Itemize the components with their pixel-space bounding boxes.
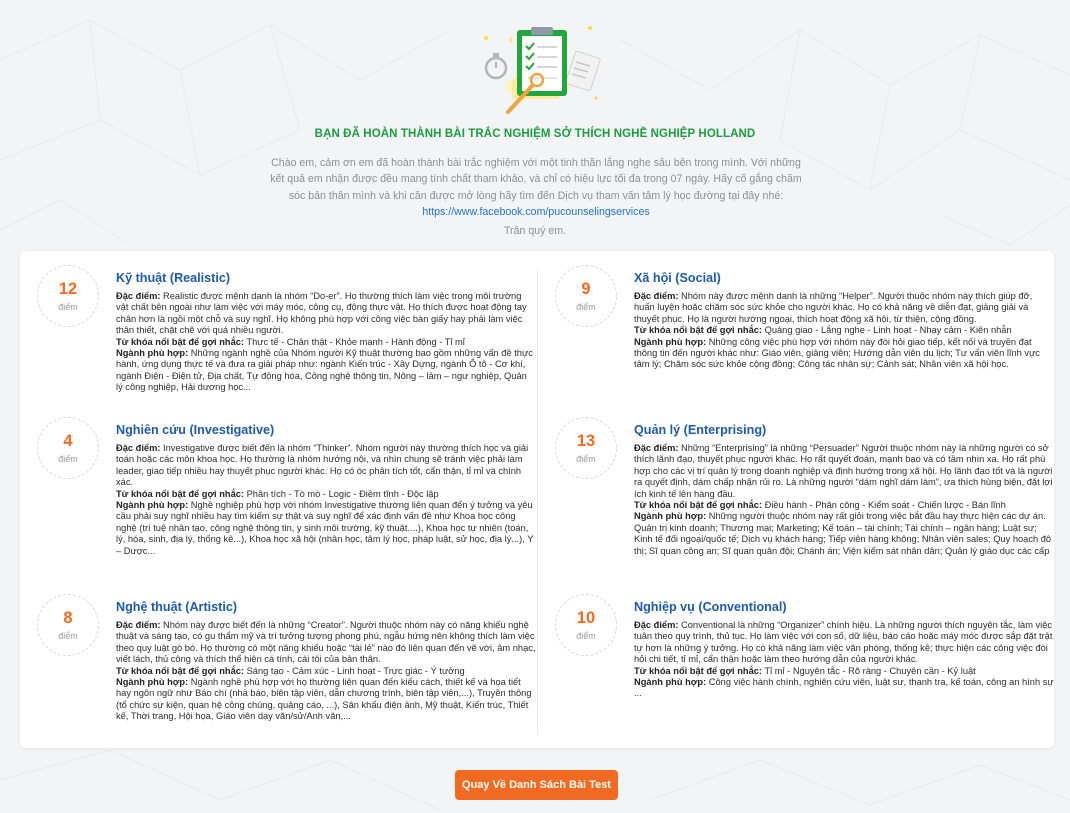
careers-paragraph: Ngành phù hợp: Ngành nghề phù hợp với họ…	[116, 677, 536, 723]
score-value: 12	[58, 280, 78, 298]
score-badge-realistic: 12 điểm	[37, 265, 99, 327]
group-conventional: Nghiệp vụ (Conventional) Đặc điểm: Conve…	[634, 599, 1054, 700]
group-realistic: Kỹ thuật (Realistic) Đặc điểm: Realistic…	[116, 270, 536, 394]
group-description: Đặc điểm: Realistic được mệnh danh là nh…	[116, 291, 536, 394]
traits-label: Đặc điểm:	[634, 291, 679, 301]
careers-paragraph: Ngành phù hợp: Những người thuộc nhóm nà…	[634, 511, 1054, 557]
keywords-paragraph: Từ khóa nổi bật để gợi nhắc: Điều hành -…	[634, 500, 1054, 511]
traits-text: Conventional là những “Organizer” chính …	[634, 620, 1053, 665]
keywords-paragraph: Từ khóa nổi bật để gợi nhắc: Thực tế - C…	[116, 337, 536, 348]
group-title: Nghiệp vụ (Conventional)	[634, 600, 787, 614]
results-card: 12 điểm Kỹ thuật (Realistic) Đặc điểm: R…	[20, 251, 1054, 748]
counseling-link[interactable]: https://www.facebook.com/pucounselingser…	[422, 206, 649, 218]
keywords-paragraph: Từ khóa nổi bật để gợi nhắc: Quảng giao …	[634, 325, 1054, 336]
group-title: Nghệ thuật (Artistic)	[116, 600, 238, 614]
keywords-text: Điều hành - Phân công - Kiểm soát - Chiế…	[764, 500, 1006, 511]
group-title: Xã hội (Social)	[634, 271, 721, 285]
group-description: Đặc điểm: Những “Enterprising” là những …	[634, 443, 1054, 557]
traits-label: Đặc điểm:	[634, 443, 679, 453]
group-description: Đặc điểm: Conventional là những “Organiz…	[634, 620, 1054, 700]
traits-label: Đặc điểm:	[116, 291, 161, 301]
keywords-text: Thực tế - Chân thật - Khỏe mạnh - Hành đ…	[246, 336, 465, 347]
careers-label: Ngành phù hợp:	[634, 677, 707, 688]
traits-paragraph: Đặc điểm: Realistic được mệnh danh là nh…	[116, 291, 536, 337]
score-badge-enterprising: 13 điểm	[555, 417, 617, 479]
traits-text: Nhóm này được mệnh danh là những “Helper…	[634, 291, 1033, 324]
traits-paragraph: Đặc điểm: Nhóm này được biết đến là nhữn…	[116, 620, 536, 666]
score-unit: điểm	[58, 454, 78, 464]
score-value: 4	[63, 432, 73, 450]
column-divider	[537, 269, 538, 735]
result-header: BẠN ĐÃ HOÀN THÀNH BÀI TRẮC NGHIỆM SỞ THÍ…	[0, 0, 1070, 250]
score-unit: điểm	[58, 631, 78, 641]
traits-label: Đặc điểm:	[634, 620, 679, 630]
traits-label: Đặc điểm:	[116, 620, 161, 630]
group-enterprising: Quản lý (Enterprising) Đặc điểm: Những “…	[634, 422, 1054, 557]
traits-paragraph: Đặc điểm: Conventional là những “Organiz…	[634, 620, 1054, 666]
back-to-test-list-button[interactable]: Quay Về Danh Sách Bài Test	[455, 770, 618, 800]
keywords-paragraph: Từ khóa nổi bật để gợi nhắc: Tỉ mỉ - Ngu…	[634, 666, 1054, 677]
careers-paragraph: Ngành phù hợp: Những công việc phù hợp v…	[634, 337, 1054, 371]
group-investigative: Nghiên cứu (Investigative) Đặc điểm: Inv…	[116, 422, 536, 557]
careers-label: Ngành phù hợp:	[116, 500, 189, 511]
keywords-text: Tỉ mỉ - Nguyên tắc - Rõ ràng - Chuyên cầ…	[764, 665, 976, 676]
careers-label: Ngành phù hợp:	[116, 677, 189, 688]
score-badge-artistic: 8 điểm	[37, 594, 99, 656]
score-unit: điểm	[58, 302, 78, 312]
score-value: 13	[576, 432, 596, 450]
keywords-paragraph: Từ khóa nổi bật để gợi nhắc: Phân tích -…	[116, 489, 536, 500]
group-title: Kỹ thuật (Realistic)	[116, 271, 231, 285]
careers-label: Ngành phù hợp:	[116, 348, 189, 359]
clipboard-checklist-illustration	[484, 26, 601, 114]
intro-text: Chào em, cảm ơn em đã hoàn thành bài trắ…	[270, 157, 802, 202]
traits-paragraph: Đặc điểm: Nhóm này được mệnh danh là nhữ…	[634, 291, 1054, 325]
keywords-label: Từ khóa nổi bật để gợi nhắc:	[634, 500, 763, 511]
keywords-label: Từ khóa nổi bật để gợi nhắc:	[116, 488, 245, 499]
keywords-text: Quảng giao - Lắng nghe - Linh hoạt - Nhạ…	[764, 325, 1012, 336]
group-title: Quản lý (Enterprising)	[634, 423, 767, 437]
keywords-label: Từ khóa nổi bật để gợi nhắc:	[634, 665, 763, 676]
score-value: 9	[581, 280, 591, 298]
score-badge-conventional: 10 điểm	[555, 594, 617, 656]
score-unit: điểm	[576, 454, 596, 464]
traits-text: Realistic được mệnh danh là nhóm “Do-er”…	[116, 291, 527, 336]
keywords-text: Phân tích - Tò mò - Logic - Điềm tĩnh - …	[246, 488, 439, 499]
group-description: Đặc điểm: Nhóm này được mệnh danh là nhữ…	[634, 291, 1054, 371]
group-title: Nghiên cứu (Investigative)	[116, 423, 275, 437]
keywords-label: Từ khóa nổi bật để gợi nhắc:	[116, 336, 245, 347]
score-unit: điểm	[576, 302, 596, 312]
keywords-paragraph: Từ khóa nổi bật để gợi nhắc: Sáng tạo - …	[116, 666, 536, 677]
traits-label: Đặc điểm:	[116, 443, 161, 453]
traits-paragraph: Đặc điểm: Investigative được biết đến là…	[116, 443, 536, 489]
traits-text: Investigative được biết đến là nhóm “Thi…	[116, 443, 529, 488]
group-description: Đặc điểm: Nhóm này được biết đến là nhữn…	[116, 620, 536, 723]
keywords-label: Từ khóa nổi bật để gợi nhắc:	[116, 665, 245, 676]
group-social: Xã hội (Social) Đặc điểm: Nhóm này được …	[634, 270, 1054, 371]
intro-message: Chào em, cảm ơn em đã hoàn thành bài trắ…	[268, 155, 804, 221]
score-unit: điểm	[576, 631, 596, 641]
traits-text: Nhóm này được biết đến là những “Creator…	[116, 620, 536, 665]
result-title: BẠN ĐÃ HOÀN THÀNH BÀI TRẮC NGHIỆM SỞ THÍ…	[314, 128, 756, 140]
careers-paragraph: Ngành phù hợp: Những ngành nghề của Nhóm…	[116, 348, 536, 394]
score-value: 8	[63, 609, 73, 627]
score-value: 10	[576, 609, 596, 627]
traits-text: Những “Enterprising” là những “Persuader…	[634, 443, 1053, 499]
score-badge-social: 9 điểm	[555, 265, 617, 327]
careers-paragraph: Ngành phù hợp: Công việc hành chính, ngh…	[634, 677, 1054, 700]
score-badge-investigative: 4 điểm	[37, 417, 99, 479]
careers-label: Ngành phù hợp:	[634, 336, 707, 347]
group-artistic: Nghệ thuật (Artistic) Đặc điểm: Nhóm này…	[116, 599, 536, 723]
group-description: Đặc điểm: Investigative được biết đến là…	[116, 443, 536, 557]
keywords-label: Từ khóa nổi bật để gợi nhắc:	[634, 325, 763, 336]
careers-paragraph: Ngành phù hợp: Nghề nghiệp phù hợp với n…	[116, 500, 536, 557]
traits-paragraph: Đặc điểm: Những “Enterprising” là những …	[634, 443, 1054, 500]
careers-label: Ngành phù hợp:	[634, 511, 707, 522]
thanks-text: Trân quý em.	[503, 225, 566, 237]
keywords-text: Sáng tạo - Cảm xúc - Linh hoạt - Trực gi…	[246, 665, 465, 676]
